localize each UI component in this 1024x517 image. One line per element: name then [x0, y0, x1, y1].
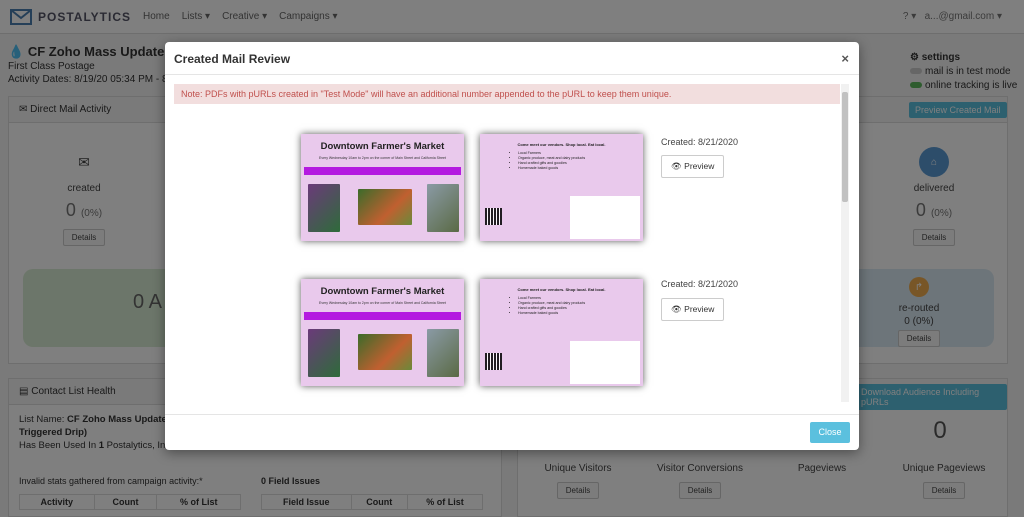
front-title: Downtown Farmer's Market [320, 141, 445, 152]
modal-footer-divider [165, 414, 859, 415]
qr-code [485, 353, 502, 370]
back-list: Local Farmers Organic produce, meat and … [518, 296, 643, 316]
mail-front-preview: Downtown Farmer's Market Every Wednesday… [301, 279, 464, 386]
mail-front-preview: Downtown Farmer's Market Every Wednesday… [301, 134, 464, 241]
created-mail-review-modal: Created Mail Review × Note: PDFs with pU… [165, 42, 859, 450]
created-date: Created: 8/21/2020 [661, 279, 739, 289]
front-color-bar [304, 167, 461, 175]
mail-back-preview: Come meet our vendors. Shop local. Eat l… [480, 279, 643, 386]
test-mode-note: Note: PDFs with pURLs created in "Test M… [174, 84, 840, 104]
modal-title: Created Mail Review [165, 42, 859, 75]
flowers-image [308, 184, 340, 232]
close-button[interactable]: Close [810, 422, 850, 443]
address-block [570, 196, 640, 239]
qr-code [485, 208, 502, 225]
back-list: Local Farmers Organic produce, meat and … [518, 151, 643, 171]
preview-button[interactable]: 👁 Preview [661, 155, 725, 178]
front-subtitle: Every Wednesday 10am to 2pm on the corne… [319, 156, 446, 160]
front-subtitle: Every Wednesday 10am to 2pm on the corne… [319, 301, 446, 305]
scrollbar-thumb[interactable] [842, 92, 848, 202]
market-image [427, 329, 459, 377]
modal-close-icon[interactable]: × [841, 51, 849, 66]
modal-scrollbar[interactable] [841, 84, 849, 402]
back-heading: Come meet our vendors. Shop local. Eat l… [517, 287, 606, 292]
mail-back-preview: Come meet our vendors. Shop local. Eat l… [480, 134, 643, 241]
produce-image [358, 334, 412, 370]
front-title: Downtown Farmer's Market [320, 286, 445, 297]
back-heading: Come meet our vendors. Shop local. Eat l… [517, 142, 606, 147]
front-color-bar [304, 312, 461, 320]
created-date: Created: 8/21/2020 [661, 137, 739, 147]
produce-image [358, 189, 412, 225]
address-block [570, 341, 640, 384]
preview-button[interactable]: 👁 Preview [661, 298, 725, 321]
flowers-image [308, 329, 340, 377]
market-image [427, 184, 459, 232]
